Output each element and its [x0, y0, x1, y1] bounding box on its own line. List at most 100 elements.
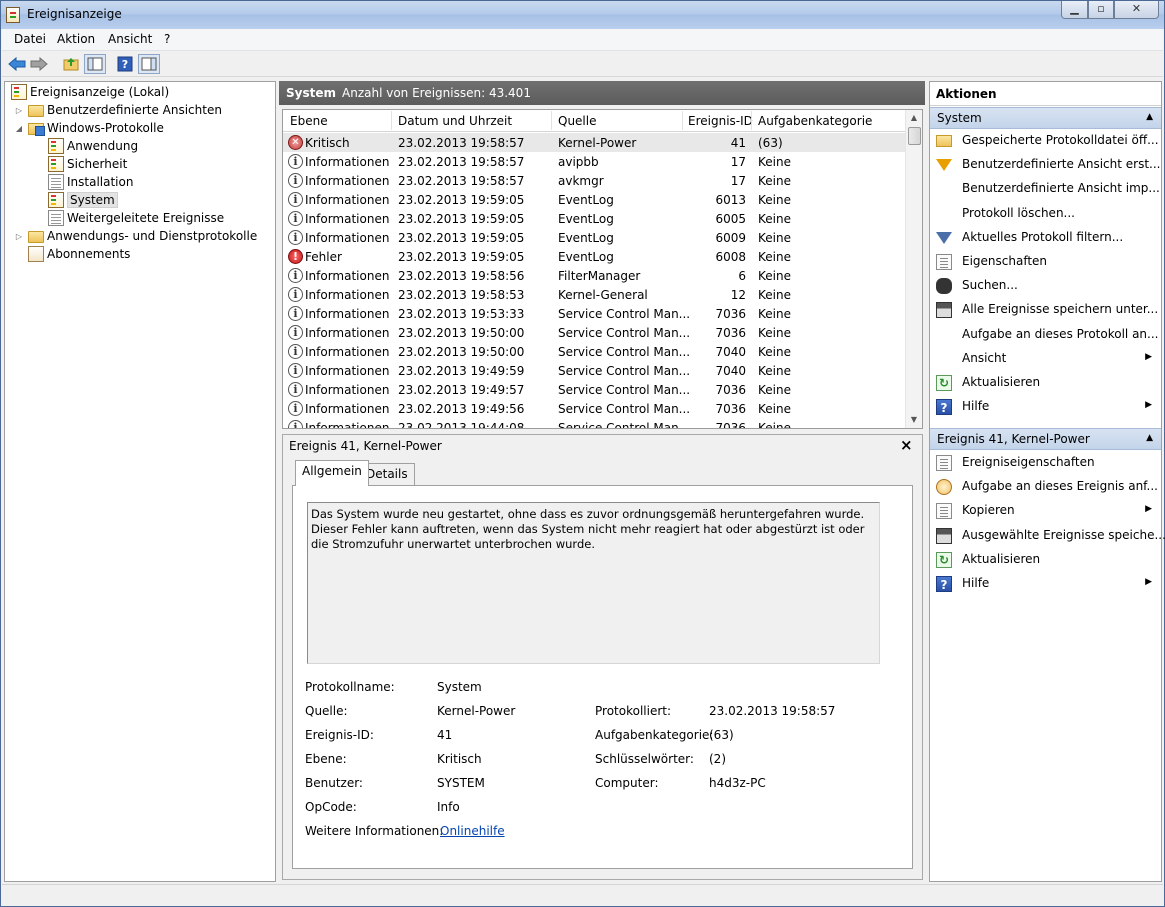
- collapse-caret-icon[interactable]: ▲: [1146, 433, 1153, 443]
- table-row[interactable]: i Informationen 23.02.2013 19:58:57 avipbb 1…: [283, 152, 905, 171]
- action-item[interactable]: Alle Ereignisse speichern unter...: [930, 299, 1161, 321]
- tree-item-forwarded-events[interactable]: Weitergeleitete Ereignisse: [48, 209, 224, 227]
- minimize-button[interactable]: ▁: [1061, 1, 1088, 19]
- table-row[interactable]: i Informationen 23.02.2013 19:53:33 Service…: [283, 304, 905, 323]
- action-item[interactable]: Aktuelles Protokoll filtern...: [930, 227, 1161, 249]
- column-header-event-id[interactable]: Ereignis-ID: [688, 114, 753, 128]
- event-list-scrollbar[interactable]: ▲ ▼: [905, 110, 922, 428]
- cell-date: 23.02.2013 19:58:57: [398, 136, 525, 150]
- scroll-thumb[interactable]: [908, 127, 921, 145]
- critical-icon: ✕: [288, 135, 303, 150]
- label-level: Ebene:: [305, 752, 347, 766]
- table-row[interactable]: i Informationen 23.02.2013 19:50:00 Service…: [283, 342, 905, 361]
- table-row[interactable]: i Informationen 23.02.2013 19:59:05 EventLo…: [283, 190, 905, 209]
- table-row[interactable]: i Informationen 23.02.2013 19:49:59 Service…: [283, 361, 905, 380]
- action-item[interactable]: Kopieren ▶: [930, 500, 1161, 522]
- event-list[interactable]: Ebene Datum und Uhrzeit Quelle Ereignis-…: [282, 109, 923, 429]
- action-item[interactable]: ? Hilfe ▶: [930, 573, 1161, 595]
- action-item[interactable]: Ansicht ▶: [930, 348, 1161, 370]
- tree-item-windows-logs[interactable]: ◢ Windows-Protokolle: [14, 119, 164, 137]
- tree-item-system[interactable]: System: [48, 191, 118, 209]
- action-item[interactable]: Suchen...: [930, 275, 1161, 297]
- table-row[interactable]: i Informationen 23.02.2013 19:58:57 avkmgr 1…: [283, 171, 905, 190]
- tree-item-root[interactable]: Ereignisanzeige (Lokal): [11, 83, 169, 101]
- label-more-info: Weitere Informationen:: [305, 824, 444, 838]
- menu-help[interactable]: ?: [164, 32, 170, 46]
- action-item[interactable]: Gespeicherte Protokolldatei öff...: [930, 130, 1161, 152]
- column-divider[interactable]: [751, 111, 752, 130]
- forward-button[interactable]: [28, 54, 50, 74]
- submenu-arrow-icon: ▶: [1145, 577, 1152, 587]
- tab-general[interactable]: Allgemein: [295, 460, 369, 486]
- table-row[interactable]: i Informationen 23.02.2013 19:50:00 Service…: [283, 323, 905, 342]
- tree-item-custom-views[interactable]: ▷ Benutzerdefinierte Ansichten: [14, 101, 222, 119]
- actions-section-system[interactable]: System ▲: [930, 107, 1161, 129]
- collapse-caret-icon[interactable]: ▲: [1146, 112, 1153, 122]
- actions-section-event[interactable]: Ereignis 41, Kernel-Power ▲: [930, 428, 1161, 450]
- tree-item-security[interactable]: Sicherheit: [48, 155, 127, 173]
- tree-panel-icon: [87, 57, 103, 71]
- cell-category: Keine: [758, 269, 791, 283]
- scroll-up-icon[interactable]: ▲: [906, 110, 922, 126]
- back-button[interactable]: [6, 54, 28, 74]
- window-title: Ereignisanzeige: [27, 7, 122, 21]
- tree-item-setup[interactable]: Installation: [48, 173, 133, 191]
- tree-item-subscriptions[interactable]: Abonnements: [28, 245, 130, 263]
- expand-icon[interactable]: ▷: [14, 106, 24, 115]
- action-item[interactable]: ? Hilfe ▶: [930, 396, 1161, 418]
- up-folder-button[interactable]: [60, 54, 82, 74]
- maximize-button[interactable]: ▫: [1088, 1, 1114, 19]
- menu-ansicht[interactable]: Ansicht: [108, 32, 152, 46]
- show-tree-button[interactable]: [84, 54, 106, 74]
- action-item[interactable]: Aufgabe an dieses Protokoll an...: [930, 324, 1161, 346]
- menu-datei[interactable]: Datei: [14, 32, 46, 46]
- collapse-icon[interactable]: ◢: [14, 124, 24, 133]
- table-row[interactable]: i Informationen 23.02.2013 19:49:56 Service…: [283, 399, 905, 418]
- menu-aktion[interactable]: Aktion: [57, 32, 95, 46]
- filter-icon: [936, 231, 952, 244]
- show-actions-button[interactable]: [138, 54, 160, 74]
- action-item[interactable]: ↻ Aktualisieren: [930, 549, 1161, 571]
- subscriptions-icon: [28, 246, 44, 262]
- column-header-level[interactable]: Ebene: [290, 114, 328, 128]
- table-row[interactable]: ✕ Kritisch 23.02.2013 19:58:57 Kernel-Power…: [283, 133, 905, 152]
- close-icon[interactable]: ×: [900, 436, 913, 454]
- action-item[interactable]: Ausgewählte Ereignisse speiche...: [930, 525, 1165, 547]
- table-row[interactable]: i Informationen 23.02.2013 19:49:57 Service…: [283, 380, 905, 399]
- filter-icon: [936, 159, 952, 172]
- tree-item-application[interactable]: Anwendung: [48, 137, 138, 155]
- submenu-arrow-icon: ▶: [1145, 351, 1152, 362]
- table-row[interactable]: i Informationen 23.02.2013 19:44:08 Service…: [283, 418, 905, 428]
- cell-date: 23.02.2013 19:49:57: [398, 383, 525, 397]
- action-item[interactable]: Benutzerdefinierte Ansicht imp...: [930, 178, 1161, 200]
- action-item[interactable]: Benutzerdefinierte Ansicht erst...: [930, 154, 1161, 176]
- log-icon: [48, 156, 64, 172]
- action-item[interactable]: Aufgabe an dieses Ereignis anf...: [930, 476, 1161, 498]
- event-message[interactable]: Das System wurde neu gestartet, ohne das…: [307, 502, 880, 664]
- column-header-date[interactable]: Datum und Uhrzeit: [398, 114, 512, 128]
- column-header-category[interactable]: Aufgabenkategorie: [758, 114, 872, 128]
- online-help-link[interactable]: Onlinehilfe: [440, 824, 505, 838]
- action-item[interactable]: Eigenschaften: [930, 251, 1161, 273]
- expand-icon[interactable]: ▷: [14, 232, 24, 241]
- action-item[interactable]: Protokoll löschen...: [930, 203, 1161, 225]
- scroll-down-icon[interactable]: ▼: [906, 412, 922, 428]
- table-row[interactable]: i Informationen 23.02.2013 19:58:56 FilterM…: [283, 266, 905, 285]
- event-viewer-icon: [11, 84, 27, 100]
- table-row[interactable]: i Informationen 23.02.2013 19:58:53 Kernel-…: [283, 285, 905, 304]
- help-toolbar-button[interactable]: ?: [114, 54, 136, 74]
- tree-item-app-service-logs[interactable]: ▷ Anwendungs- und Dienstprotokolle: [14, 227, 257, 245]
- column-divider[interactable]: [391, 111, 392, 130]
- column-divider[interactable]: [682, 111, 683, 130]
- log-header: System Anzahl von Ereignissen: 43.401: [279, 81, 925, 105]
- column-header-source[interactable]: Quelle: [558, 114, 596, 128]
- column-divider[interactable]: [551, 111, 552, 130]
- action-item[interactable]: ↻ Aktualisieren: [930, 372, 1161, 394]
- table-row[interactable]: i Informationen 23.02.2013 19:59:05 EventLo…: [283, 228, 905, 247]
- action-item[interactable]: Ereigniseigenschaften: [930, 452, 1161, 474]
- close-button[interactable]: ✕: [1114, 1, 1159, 19]
- table-row[interactable]: ! Fehler 23.02.2013 19:59:05 EventLog 6008 Ke…: [283, 247, 905, 266]
- table-row[interactable]: i Informationen 23.02.2013 19:59:05 EventLo…: [283, 209, 905, 228]
- cell-event-id: 17: [730, 174, 746, 188]
- info-icon: i: [288, 306, 303, 321]
